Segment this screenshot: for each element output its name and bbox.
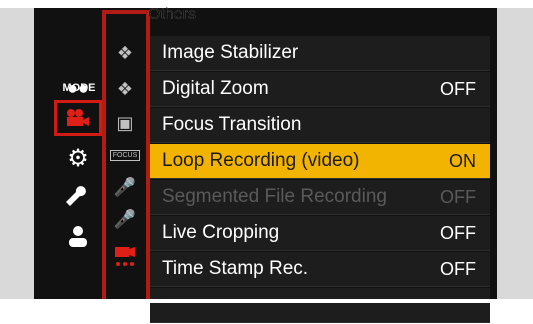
menu-item-value: OFF <box>440 187 476 207</box>
menu-item-label: Time Stamp Rec. <box>162 258 309 279</box>
subnav-others-icon[interactable] <box>110 242 140 272</box>
page-title-overlay: Others <box>148 6 197 23</box>
menu-item-segmented-file-recording: Segmented File Recording OFF <box>150 180 490 215</box>
microphone-icon: 🎤 <box>113 176 137 197</box>
video-others-icon <box>115 247 135 266</box>
custom-tab[interactable] <box>54 180 102 216</box>
diamond-arrow-icon: ❖ <box>116 78 134 99</box>
top-divider <box>102 10 150 14</box>
subnav-image-icon-2[interactable]: ❖ <box>110 74 140 104</box>
menu-item-value: ON <box>449 151 476 171</box>
menu-item-label: Segmented File Recording <box>162 186 387 207</box>
menu-item-value: OFF <box>440 223 476 243</box>
subnav-mic-icon[interactable]: 🎤 <box>110 172 140 202</box>
menu-item-empty <box>150 288 490 323</box>
menu-item-focus-transition[interactable]: Focus Transition <box>150 108 490 143</box>
video-tab[interactable] <box>54 100 102 136</box>
menu-item-label: Digital Zoom <box>162 78 269 99</box>
mymenu-tab[interactable] <box>54 218 102 254</box>
left-column-divider <box>102 10 106 303</box>
wrench-icon <box>66 186 86 206</box>
gear-icon: ⚙ <box>67 144 89 172</box>
menu-item-value: OFF <box>440 79 476 99</box>
video-camera-icon <box>67 109 89 126</box>
menu-item-time-stamp-rec[interactable]: Time Stamp Rec. OFF <box>150 252 490 287</box>
bottom-trim <box>0 299 533 303</box>
menu-list: Image Stabilizer Digital Zoom OFF Focus … <box>150 36 490 324</box>
diamond-arrow-icon: ❖ <box>116 42 134 63</box>
top-trim <box>0 0 533 8</box>
menu-item-label: Live Cropping <box>162 222 280 243</box>
film-icon: ▣ <box>116 112 134 133</box>
settings-tab[interactable]: ⚙ <box>54 140 102 176</box>
camera-frame: Others ●● MODE ⚙ ❖ ❖ ▣ FOCUS 🎤 🎤 Image S… <box>0 0 533 323</box>
menu-item-label: Image Stabilizer <box>162 42 299 63</box>
menu-item-loop-recording[interactable]: Loop Recording (video) ON <box>150 144 490 179</box>
focus-icon: FOCUS <box>109 149 141 161</box>
subnav-focus-icon[interactable]: FOCUS <box>109 140 141 170</box>
subnav-image-icon[interactable]: ❖ <box>110 38 140 68</box>
menu-item-label: Focus Transition <box>162 114 302 135</box>
subnav-film-icon[interactable]: ▣ <box>110 108 140 138</box>
menu-item-live-cropping[interactable]: Live Cropping OFF <box>150 216 490 251</box>
menu-item-digital-zoom[interactable]: Digital Zoom OFF <box>150 72 490 107</box>
menu-item-image-stabilizer[interactable]: Image Stabilizer <box>150 36 490 71</box>
menu-item-value: OFF <box>440 259 476 279</box>
mode-label: MODE <box>62 82 96 94</box>
menu-item-label: Loop Recording (video) <box>162 150 360 171</box>
subnav-mic-icon-2[interactable]: 🎤 <box>110 204 140 234</box>
person-icon <box>69 226 87 247</box>
microphone-icon: 🎤 <box>113 208 137 229</box>
